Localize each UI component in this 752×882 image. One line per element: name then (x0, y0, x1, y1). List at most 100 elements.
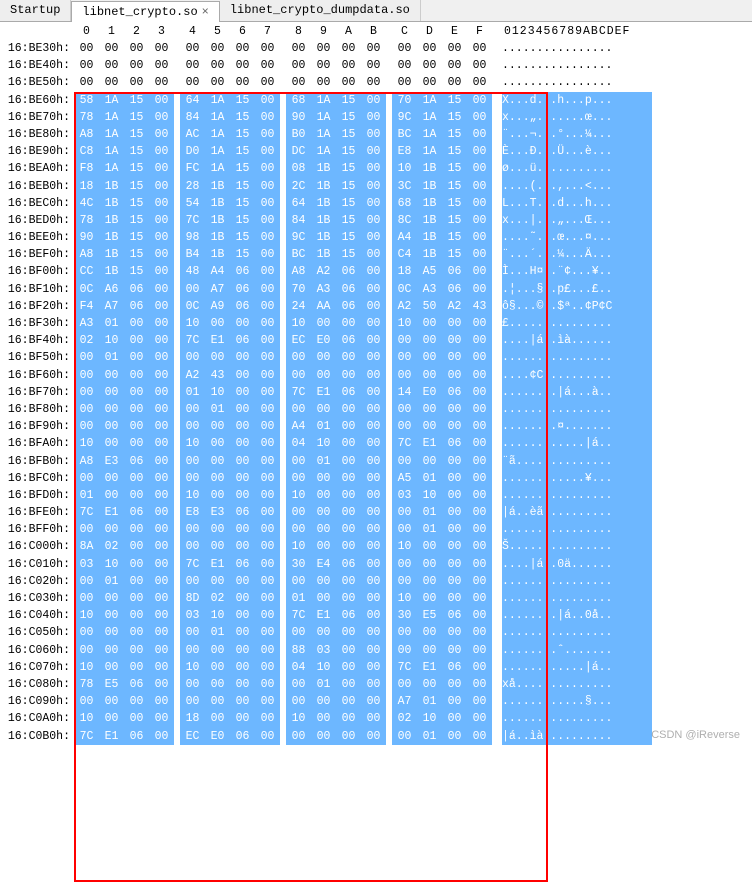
hex-byte[interactable]: 15 (442, 195, 467, 212)
hex-byte[interactable]: 24 (286, 298, 311, 315)
hex-byte[interactable]: E1 (99, 728, 124, 745)
hex-byte[interactable]: 00 (205, 470, 230, 487)
hex-byte[interactable]: 01 (205, 401, 230, 418)
hex-byte[interactable]: 00 (230, 693, 255, 710)
hex-byte[interactable]: 15 (230, 246, 255, 263)
ascii-repr[interactable]: ¨...¬...°...¼... (502, 126, 652, 143)
hex-byte[interactable]: 00 (180, 521, 205, 538)
hex-byte[interactable]: 03 (392, 487, 417, 504)
hex-byte[interactable]: 00 (361, 143, 386, 160)
hex-byte[interactable]: 00 (311, 470, 336, 487)
hex-byte[interactable]: 00 (336, 401, 361, 418)
hex-byte[interactable]: 00 (99, 418, 124, 435)
hex-byte[interactable]: 9C (286, 229, 311, 246)
hex-byte[interactable]: 00 (467, 109, 492, 126)
hex-byte[interactable]: 00 (124, 418, 149, 435)
hex-byte[interactable]: 01 (417, 728, 442, 745)
hex-byte[interactable]: 00 (255, 556, 280, 573)
hex-byte[interactable]: 9C (392, 109, 417, 126)
ascii-repr[interactable]: Š............... (502, 538, 652, 555)
hex-byte[interactable]: 00 (255, 590, 280, 607)
hex-byte[interactable]: 00 (442, 367, 467, 384)
hex-byte[interactable]: 1B (417, 246, 442, 263)
hex-byte[interactable]: 1A (99, 92, 124, 109)
hex-byte[interactable]: 00 (149, 470, 174, 487)
hex-byte[interactable]: A8 (74, 453, 99, 470)
hex-byte[interactable]: 10 (74, 659, 99, 676)
hex-byte[interactable]: 06 (124, 676, 149, 693)
hex-byte[interactable]: 00 (467, 74, 492, 91)
hex-byte[interactable]: 00 (442, 624, 467, 641)
hex-byte[interactable]: 00 (442, 315, 467, 332)
hex-row[interactable]: 16:BF60h:00000000A2430000000000000000000… (0, 367, 752, 384)
hex-byte[interactable]: 00 (417, 315, 442, 332)
hex-byte[interactable]: 00 (255, 349, 280, 366)
hex-byte[interactable]: 00 (124, 40, 149, 57)
hex-byte[interactable]: 15 (124, 229, 149, 246)
hex-byte[interactable]: 1B (99, 229, 124, 246)
hex-byte[interactable]: 00 (124, 315, 149, 332)
hex-byte[interactable]: 7C (74, 728, 99, 745)
hex-byte[interactable]: 00 (255, 728, 280, 745)
hex-byte[interactable]: 06 (336, 332, 361, 349)
hex-byte[interactable]: 15 (442, 178, 467, 195)
hex-byte[interactable]: 00 (311, 401, 336, 418)
hex-byte[interactable]: 00 (255, 487, 280, 504)
hex-byte[interactable]: 15 (124, 143, 149, 160)
hex-byte[interactable]: 84 (180, 109, 205, 126)
ascii-repr[interactable]: ................ (502, 590, 652, 607)
hex-byte[interactable]: 00 (467, 418, 492, 435)
ascii-repr[interactable]: .¦...§..p£...£.. (502, 281, 652, 298)
hex-row[interactable]: 16:BFA0h:1000000010000000041000007CE1060… (0, 435, 752, 452)
hex-byte[interactable]: 1B (311, 246, 336, 263)
hex-byte[interactable]: 10 (205, 384, 230, 401)
hex-byte[interactable]: 98 (180, 229, 205, 246)
hex-byte[interactable]: 00 (361, 263, 386, 280)
hex-byte[interactable]: 7C (180, 212, 205, 229)
hex-byte[interactable]: 00 (417, 556, 442, 573)
ascii-repr[interactable]: ....(...,...<... (502, 178, 652, 195)
hex-byte[interactable]: 00 (336, 538, 361, 555)
hex-byte[interactable]: 00 (286, 573, 311, 590)
hex-byte[interactable]: 00 (149, 263, 174, 280)
hex-byte[interactable]: 00 (417, 367, 442, 384)
hex-byte[interactable]: 00 (255, 178, 280, 195)
hex-byte[interactable]: 00 (99, 521, 124, 538)
hex-byte[interactable]: 00 (230, 367, 255, 384)
hex-row[interactable]: 16:C050h:0000000000010000000000000000000… (0, 624, 752, 641)
hex-byte[interactable]: 00 (230, 57, 255, 74)
hex-byte[interactable]: 00 (255, 418, 280, 435)
hex-byte[interactable]: 58 (74, 92, 99, 109)
hex-byte[interactable]: 00 (180, 401, 205, 418)
hex-byte[interactable]: 00 (124, 435, 149, 452)
hex-byte[interactable]: 00 (230, 487, 255, 504)
hex-byte[interactable]: 00 (467, 487, 492, 504)
hex-byte[interactable]: 06 (230, 504, 255, 521)
hex-byte[interactable]: 00 (149, 504, 174, 521)
hex-byte[interactable]: 00 (286, 521, 311, 538)
hex-byte[interactable]: 00 (149, 246, 174, 263)
hex-row[interactable]: 16:BE30h:0000000000000000000000000000000… (0, 40, 752, 57)
hex-row[interactable]: 16:BF70h:00000000011000007CE1060014E0060… (0, 384, 752, 401)
hex-byte[interactable]: 00 (361, 710, 386, 727)
hex-byte[interactable]: 00 (205, 710, 230, 727)
hex-byte[interactable]: 78 (74, 212, 99, 229)
hex-byte[interactable]: 1B (417, 195, 442, 212)
hex-byte[interactable]: E1 (417, 659, 442, 676)
hex-byte[interactable]: 00 (255, 676, 280, 693)
hex-byte[interactable]: 90 (286, 109, 311, 126)
hex-byte[interactable]: 15 (442, 160, 467, 177)
hex-byte[interactable]: 00 (149, 229, 174, 246)
hex-byte[interactable]: 00 (124, 384, 149, 401)
ascii-repr[interactable]: ................ (502, 573, 652, 590)
hex-byte[interactable]: 00 (99, 384, 124, 401)
hex-byte[interactable]: 00 (255, 40, 280, 57)
hex-byte[interactable]: E5 (99, 676, 124, 693)
hex-byte[interactable]: 06 (336, 384, 361, 401)
hex-byte[interactable]: E0 (311, 332, 336, 349)
hex-byte[interactable]: 00 (467, 332, 492, 349)
hex-byte[interactable]: 00 (361, 487, 386, 504)
hex-byte[interactable]: 00 (124, 642, 149, 659)
hex-byte[interactable]: 00 (467, 607, 492, 624)
hex-byte[interactable]: 00 (286, 401, 311, 418)
